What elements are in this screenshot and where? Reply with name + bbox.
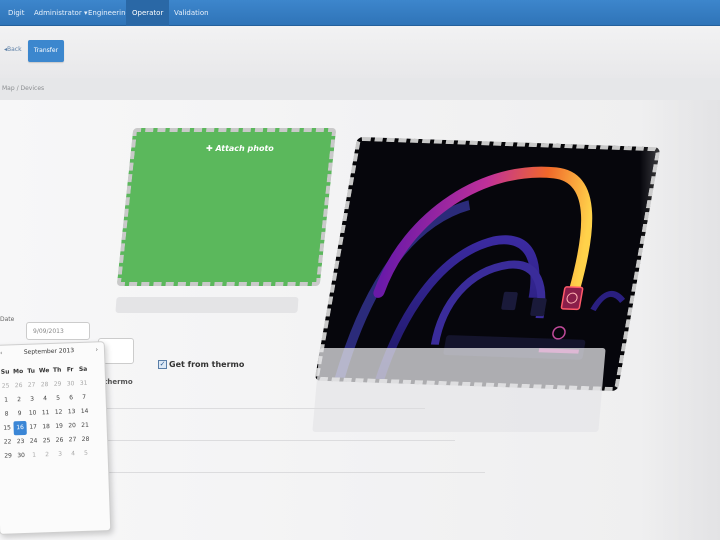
calendar-day[interactable]: 30 <box>64 377 77 391</box>
calendar-day-selected[interactable]: 16 <box>13 420 27 436</box>
calendar-day[interactable]: 4 <box>38 392 51 406</box>
calendar-day[interactable]: 1 <box>0 393 13 407</box>
calendar-day[interactable]: 14 <box>78 405 91 419</box>
calendar-day[interactable]: 13 <box>65 405 78 419</box>
page-edge-shadow <box>640 100 720 540</box>
calendar-weekday-header: Mo <box>12 367 24 376</box>
calendar-day[interactable]: 10 <box>26 406 39 420</box>
calendar-day[interactable]: 25 <box>0 379 12 393</box>
calendar-day[interactable]: 7 <box>77 391 90 405</box>
calendar-day[interactable]: 25 <box>40 434 53 448</box>
calendar-day[interactable]: 27 <box>66 433 79 447</box>
date-label: Date <box>0 316 15 323</box>
calendar-week-row: 29 30 1 2 3 4 5 <box>1 446 105 464</box>
calendar-day[interactable]: 2 <box>40 448 53 462</box>
calendar-day[interactable]: 5 <box>79 447 92 461</box>
calendar-day[interactable]: 20 <box>65 419 78 433</box>
nav-item-validation[interactable]: Validation <box>168 0 215 26</box>
calendar-day[interactable]: 31 <box>77 377 90 391</box>
calendar-grid: Su Mo Tu We Th Fr Sa 25 26 27 28 29 30 31 1 2 3 4 5 6 7 8 9 10 1… <box>0 362 106 464</box>
calendar-day[interactable]: 26 <box>53 434 66 448</box>
calendar-day[interactable]: 29 <box>1 449 14 463</box>
calendar-day[interactable]: 28 <box>79 433 92 447</box>
calendar-day[interactable]: 21 <box>78 419 91 433</box>
calendar-weekday-header: Th <box>52 366 62 374</box>
calendar-day[interactable]: 27 <box>25 378 38 392</box>
checkbox-checked-icon[interactable]: ✓ <box>158 360 167 369</box>
calendar-day[interactable]: 11 <box>39 406 52 420</box>
nav-item-operator[interactable]: Operator <box>126 0 170 26</box>
calendar-day[interactable]: 17 <box>26 420 39 434</box>
calendar-day[interactable]: 24 <box>27 434 40 448</box>
calendar-day[interactable]: 5 <box>51 392 64 406</box>
calendar-weekday-header: Su <box>0 368 10 376</box>
back-button[interactable]: ◂Back <box>4 46 22 53</box>
calendar-next-icon[interactable]: › <box>95 346 98 353</box>
calendar-month-label[interactable]: September 2013 <box>0 346 104 357</box>
calendar-day[interactable]: 19 <box>52 420 65 434</box>
calendar-day[interactable]: 12 <box>52 406 65 420</box>
date-input[interactable]: 9/09/2013 <box>26 322 90 340</box>
date-picker-popup[interactable]: ‹ September 2013 › Su Mo Tu We Th Fr Sa 25 26 27 2… <box>0 341 112 535</box>
calendar-day[interactable]: 26 <box>12 379 25 393</box>
calendar-weekday-header: Sa <box>78 365 88 374</box>
calendar-day[interactable]: 30 <box>14 449 27 463</box>
calendar-day[interactable]: 23 <box>14 435 27 449</box>
calendar-day[interactable]: 6 <box>64 391 77 405</box>
form-divider <box>95 408 425 409</box>
toolbar <box>0 26 720 79</box>
calendar-weekday-header: Fr <box>66 366 74 374</box>
nav-item-digit[interactable]: Digit <box>2 0 30 26</box>
get-from-thermo-checkbox[interactable]: ✓ Get from thermo <box>158 360 244 369</box>
top-navbar: Digit Administrator ▾ Engineering Operat… <box>0 0 720 26</box>
calendar-day[interactable]: 29 <box>51 378 64 392</box>
breadcrumb-text[interactable]: Map / Devices <box>2 85 44 92</box>
calendar-weekday-header: Tu <box>27 367 36 375</box>
calendar-day[interactable]: 8 <box>0 407 13 421</box>
form-divider <box>95 440 455 441</box>
calendar-day[interactable]: 1 <box>27 448 40 462</box>
calendar-day[interactable]: 15 <box>0 421 13 435</box>
calendar-day[interactable]: 22 <box>1 435 14 449</box>
calendar-weekday-header: We <box>38 367 50 375</box>
calendar-day[interactable]: 9 <box>13 407 26 421</box>
plus-icon: ✚ <box>206 144 216 153</box>
calendar-day[interactable]: 28 <box>38 378 51 392</box>
transfer-button[interactable]: Transfer <box>28 40 64 62</box>
calendar-day[interactable]: 3 <box>53 448 66 462</box>
calendar-day[interactable]: 18 <box>39 420 52 434</box>
thermo-label: thermo <box>104 378 133 386</box>
calendar-day[interactable]: 2 <box>12 393 25 407</box>
form-divider <box>95 472 485 473</box>
calendar-day[interactable]: 4 <box>66 447 79 461</box>
calendar-day[interactable]: 3 <box>25 392 38 406</box>
thermal-caption-field[interactable] <box>312 348 606 432</box>
attach-photo-label[interactable]: ✚ Attach photo <box>206 144 274 153</box>
breadcrumb <box>0 78 720 101</box>
photo-caption-field[interactable] <box>115 297 299 313</box>
